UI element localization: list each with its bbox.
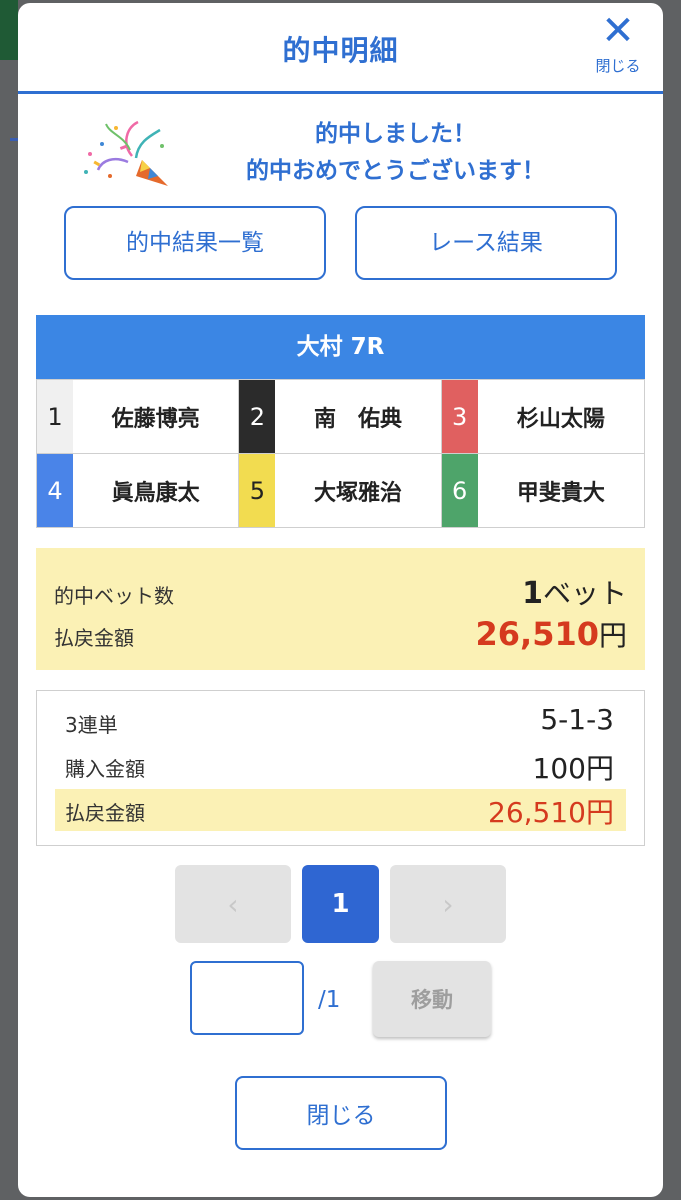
racer-number: 6 — [441, 454, 478, 527]
pagination: ‹ 1 › — [18, 865, 663, 943]
close-icon: ✕ — [601, 8, 635, 54]
party-popper-icon — [84, 120, 168, 186]
racer-cell: 3 杉山太陽 — [441, 379, 644, 453]
racer-name: 眞鳥康太 — [111, 480, 200, 506]
race-title: 大村 7R — [36, 315, 645, 379]
detail-payout-value: 26,510円 — [488, 796, 614, 829]
racer-name: 大塚雅治 — [313, 480, 402, 506]
racer-name: 南 佑典 — [313, 406, 402, 432]
racer-table: 1 佐藤博亮 2 南 佑典 3 杉山太陽 4 眞鳥康太 5 大塚雅治 6 甲斐貴… — [36, 379, 645, 528]
racer-cell: 1 佐藤博亮 — [37, 379, 240, 453]
payout-unit: 円 — [598, 619, 627, 652]
racer-name: 杉山太陽 — [516, 406, 605, 432]
racer-number: 4 — [37, 454, 73, 527]
prev-page-button[interactable]: ‹ — [175, 865, 291, 943]
payout-label: 払戻金額 — [54, 626, 134, 650]
modal-title: 的中明細 — [282, 34, 399, 67]
action-buttons: 的中結果一覧 レース結果 — [64, 206, 617, 280]
bet-type-value: 5-1-3 — [540, 703, 614, 736]
hit-summary: 的中ベット数 1ベット 払戻金額 26,510円 — [36, 548, 645, 670]
hit-detail-modal: 的中明細 ✕ 閉じる 的中しました！ 的中おめでとうございます！ 的中結果一覧 … — [18, 3, 663, 1197]
racer-name: 佐藤博亮 — [111, 406, 200, 432]
chevron-left-icon: ‹ — [227, 887, 239, 921]
close-top-button[interactable]: ✕ 閉じる — [591, 11, 645, 76]
bet-type-label: 3連単 — [65, 713, 118, 737]
purchase-value: 100円 — [532, 752, 614, 785]
bets-row: 的中ベット数 1ベット — [54, 572, 627, 612]
bets-label: 的中ベット数 — [54, 584, 174, 608]
congrats-line-2: 的中おめでとうございます！ — [246, 158, 545, 184]
page-jump: /1 移動 — [18, 961, 663, 1041]
bets-unit: ベット — [542, 577, 627, 610]
racer-name: 甲斐貴大 — [516, 480, 605, 506]
close-button[interactable]: 閉じる — [235, 1076, 447, 1150]
bet-type-row: 3連単 5-1-3 — [55, 701, 626, 741]
race-result-button[interactable]: レース結果 — [355, 206, 617, 280]
bet-detail: 3連単 5-1-3 購入金額 100円 払戻金額 26,510円 — [36, 690, 645, 846]
jump-button[interactable]: 移動 — [373, 961, 491, 1037]
page-number-input[interactable] — [190, 961, 304, 1035]
page-total: /1 — [318, 987, 341, 1013]
background-strip — [0, 0, 18, 60]
current-page-button[interactable]: 1 — [302, 865, 379, 943]
payout-row: 払戻金額 26,510円 — [54, 614, 627, 654]
detail-payout-label: 払戻金額 — [65, 801, 145, 825]
bets-count: 1 — [522, 576, 543, 611]
racer-number: 3 — [441, 380, 478, 453]
racer-number: 1 — [37, 380, 73, 453]
next-page-button[interactable]: › — [390, 865, 506, 943]
close-top-label: 閉じる — [595, 57, 641, 75]
chevron-right-icon: › — [442, 887, 454, 921]
purchase-label: 購入金額 — [65, 757, 145, 781]
congrats-line-1: 的中しました！ — [315, 121, 476, 147]
racer-cell: 5 大塚雅治 — [239, 453, 442, 527]
modal-header: 的中明細 ✕ 閉じる — [18, 3, 663, 94]
racer-cell: 2 南 佑典 — [239, 379, 442, 453]
congrats-banner: 的中しました！ 的中おめでとうございます！ — [18, 94, 663, 204]
hit-list-button[interactable]: 的中結果一覧 — [64, 206, 326, 280]
racer-number: 2 — [239, 380, 276, 453]
racer-cell: 4 眞鳥康太 — [37, 453, 240, 527]
purchase-row: 購入金額 100円 — [55, 745, 626, 785]
detail-payout-row: 払戻金額 26,510円 — [55, 789, 626, 831]
bets-value: 1ベット — [522, 572, 627, 612]
congrats-text: 的中しました！ 的中おめでとうございます！ — [168, 116, 623, 190]
racer-cell: 6 甲斐貴大 — [441, 453, 644, 527]
racer-number: 5 — [239, 454, 276, 527]
payout-value: 26,510円 — [476, 614, 628, 654]
payout-amount: 26,510 — [475, 615, 599, 653]
